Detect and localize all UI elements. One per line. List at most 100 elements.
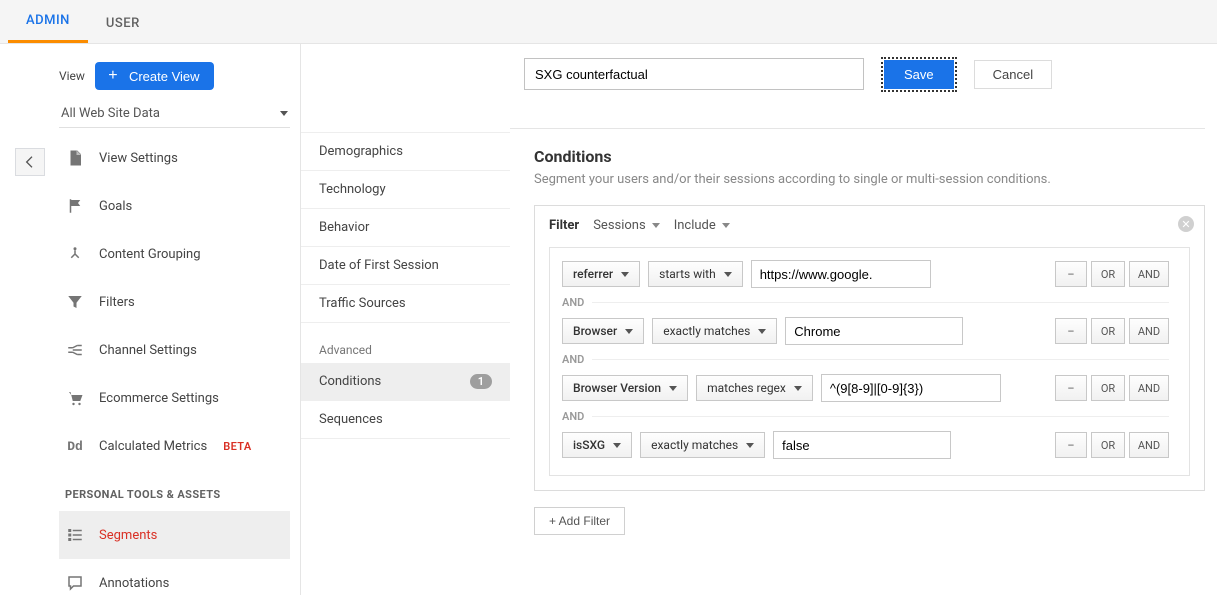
and-separator: AND <box>562 410 1169 423</box>
and-separator: AND <box>562 353 1169 366</box>
arrow-left-icon <box>22 154 38 170</box>
back-button[interactable] <box>15 148 45 176</box>
filter-label: Filter <box>549 218 579 233</box>
condition-value-input[interactable] <box>821 374 1001 402</box>
filter-include-dropdown[interactable]: Include <box>674 218 730 233</box>
nav-filters[interactable]: Filters <box>59 278 290 326</box>
nav-label: Annotations <box>99 576 169 591</box>
condition-row: Browser exactly matches –ORAND <box>562 317 1169 345</box>
match-type-dropdown[interactable]: starts with <box>648 261 743 287</box>
remove-condition-button[interactable]: – <box>1055 432 1087 458</box>
add-filter-button[interactable]: + Add Filter <box>534 507 625 535</box>
or-button[interactable]: OR <box>1091 432 1125 458</box>
remove-filter-button[interactable]: ✕ <box>1178 216 1194 232</box>
tab-admin[interactable]: ADMIN <box>8 0 88 43</box>
filter-scope-dropdown[interactable]: Sessions <box>593 218 660 233</box>
or-button[interactable]: OR <box>1091 318 1125 344</box>
conditions-rows: referrer starts with –ORANDANDBrowser ex… <box>549 247 1190 476</box>
nav-calculated-metrics[interactable]: Dd Calculated Metrics BETA <box>59 422 290 470</box>
condition-row: Browser Version matches regex –ORAND <box>562 374 1169 402</box>
nav-view-settings[interactable]: View Settings <box>59 134 290 182</box>
view-label: View <box>59 69 85 83</box>
nav-goals[interactable]: Goals <box>59 182 290 230</box>
caret-down-icon <box>621 272 629 277</box>
caret-down-icon <box>794 386 802 391</box>
nav-content-grouping[interactable]: Content Grouping <box>59 230 290 278</box>
segment-name-input[interactable] <box>524 58 864 90</box>
dimension-dropdown[interactable]: isSXG <box>562 432 632 458</box>
dimension-dropdown[interactable]: Browser Version <box>562 375 688 401</box>
flag-icon <box>65 196 85 216</box>
remove-condition-button[interactable]: – <box>1055 318 1087 344</box>
beta-badge: BETA <box>223 440 251 453</box>
dimension-dropdown[interactable]: Browser <box>562 318 644 344</box>
personal-tools-header: PERSONAL TOOLS & ASSETS <box>59 470 290 511</box>
and-button[interactable]: AND <box>1129 318 1169 344</box>
condition-row: isSXG exactly matches –ORAND <box>562 431 1169 459</box>
nav-ecommerce-settings[interactable]: Ecommerce Settings <box>59 374 290 422</box>
main-panel: Save Cancel Conditions Segment your user… <box>510 44 1217 595</box>
dd-icon: Dd <box>65 436 85 456</box>
match-type-dropdown[interactable]: exactly matches <box>652 318 777 344</box>
conditions-content: Conditions Segment your users and/or the… <box>510 128 1205 535</box>
remove-condition-button[interactable]: – <box>1055 375 1087 401</box>
match-type-dropdown[interactable]: exactly matches <box>640 432 765 458</box>
caret-down-icon <box>746 443 754 448</box>
and-button[interactable]: AND <box>1129 375 1169 401</box>
or-button[interactable]: OR <box>1091 375 1125 401</box>
caret-down-icon <box>613 443 621 448</box>
back-rail <box>0 44 45 595</box>
caret-down-icon <box>280 111 288 116</box>
dimension-dropdown[interactable]: referrer <box>562 261 640 287</box>
cat-technology[interactable]: Technology <box>301 171 510 209</box>
nav-label: Channel Settings <box>99 343 197 358</box>
filter-block: ✕ Filter Sessions Include referrer start… <box>534 205 1205 491</box>
comment-icon <box>65 573 85 593</box>
cat-traffic-sources[interactable]: Traffic Sources <box>301 285 510 323</box>
nav-annotations[interactable]: Annotations <box>59 559 290 607</box>
cat-demographics[interactable]: Demographics <box>301 132 510 171</box>
condition-value-input[interactable] <box>751 260 931 288</box>
cat-conditions-label: Conditions <box>319 374 381 389</box>
create-view-label: Create View <box>129 69 200 84</box>
nav-label: View Settings <box>99 151 178 166</box>
conditions-subtitle: Segment your users and/or their sessions… <box>534 172 1205 187</box>
condition-row: referrer starts with –ORAND <box>562 260 1169 288</box>
tabs-bar: ADMIN USER <box>0 0 1217 44</box>
nav-channel-settings[interactable]: Channel Settings <box>59 326 290 374</box>
match-type-dropdown[interactable]: matches regex <box>696 375 813 401</box>
filter-header: Filter Sessions Include <box>549 218 1190 233</box>
caret-down-icon <box>652 223 660 228</box>
nav-label: Goals <box>99 199 132 214</box>
advanced-subtitle: Advanced <box>301 323 510 363</box>
segment-category-panel: Demographics Technology Behavior Date of… <box>300 44 510 595</box>
caret-down-icon <box>724 272 732 277</box>
and-button[interactable]: AND <box>1129 432 1169 458</box>
tab-user[interactable]: USER <box>88 2 158 43</box>
remove-condition-button[interactable]: – <box>1055 261 1087 287</box>
condition-value-input[interactable] <box>785 317 963 345</box>
cat-conditions[interactable]: Conditions 1 <box>301 363 510 401</box>
condition-value-input[interactable] <box>773 431 951 459</box>
create-view-button[interactable]: + Create View <box>95 62 214 90</box>
view-selector[interactable]: All Web Site Data <box>59 100 290 128</box>
nav-label: Ecommerce Settings <box>99 391 219 406</box>
caret-down-icon <box>625 329 633 334</box>
nav-segments[interactable]: Segments <box>59 511 290 559</box>
selected-view-name: All Web Site Data <box>61 106 160 121</box>
funnel-icon <box>65 292 85 312</box>
filter-include-value: Include <box>674 218 716 233</box>
and-button[interactable]: AND <box>1129 261 1169 287</box>
filter-scope-value: Sessions <box>593 218 646 233</box>
cat-sequences[interactable]: Sequences <box>301 401 510 439</box>
conditions-count-badge: 1 <box>470 374 492 389</box>
cat-behavior[interactable]: Behavior <box>301 209 510 247</box>
save-button[interactable]: Save <box>884 60 954 89</box>
cancel-button[interactable]: Cancel <box>974 60 1052 89</box>
or-button[interactable]: OR <box>1091 261 1125 287</box>
person-branches-icon <box>65 244 85 264</box>
channels-icon <box>65 340 85 360</box>
and-separator: AND <box>562 296 1169 309</box>
nav-label: Calculated Metrics <box>99 439 207 454</box>
cat-date-first-session[interactable]: Date of First Session <box>301 247 510 285</box>
